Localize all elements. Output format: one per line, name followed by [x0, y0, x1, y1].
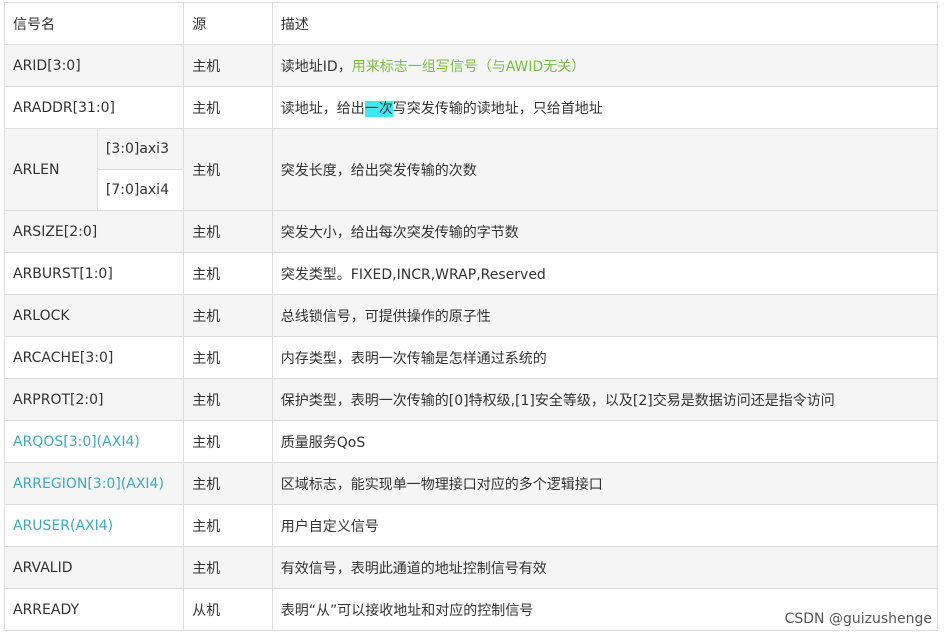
table-row: ARVALID 主机 有效信号，表明此通道的地址控制信号有效 — [3, 546, 939, 589]
signal-name: ARVALID — [3, 546, 185, 589]
signal-source: 主机 — [183, 252, 273, 295]
signal-source: 从机 — [183, 588, 273, 631]
signal-name: ARQOS[3:0](AXI4) — [3, 420, 185, 463]
signal-description: 读地址，给出一次写突发传输的读地址，只给首地址 — [271, 86, 939, 129]
signal-name: ARREGION[3:0](AXI4) — [3, 462, 185, 505]
signal-subtype: [7:0]axi4 — [96, 169, 185, 211]
signal-source: 主机 — [183, 128, 273, 211]
signal-source: 主机 — [183, 336, 273, 379]
signal-description: 用户自定义信号 — [271, 504, 939, 547]
signal-name: ARID[3:0] — [3, 44, 185, 87]
signal-source: 主机 — [183, 86, 273, 129]
signal-source: 主机 — [183, 546, 273, 589]
signal-table: 信号名 源 描述 ARID[3:0] 主机 读地址ID，用来标志一组写信号（与A… — [3, 2, 939, 631]
signal-description: 突发类型。FIXED,INCR,WRAP,Reserved — [271, 252, 939, 295]
signal-name: ARUSER(AXI4) — [3, 504, 185, 547]
signal-description: 区域标志，能实现单一物理接口对应的多个逻辑接口 — [271, 462, 939, 505]
table-row: ARREGION[3:0](AXI4) 主机 区域标志，能实现单一物理接口对应的… — [3, 462, 939, 505]
description-text: 写突发传输的读地址，只给首地址 — [392, 100, 603, 117]
signal-description: 保护类型，表明一次传输的[0]特权级,[1]安全等级，以及[2]交易是数据访问还… — [271, 378, 939, 421]
signal-description: 有效信号，表明此通道的地址控制信号有效 — [271, 546, 939, 589]
signal-source: 主机 — [183, 462, 273, 505]
table-row: ARBURST[1:0] 主机 突发类型。FIXED,INCR,WRAP,Res… — [3, 252, 939, 295]
signal-name: ARREADY — [3, 588, 185, 631]
signal-name: ARLEN — [4, 128, 98, 211]
signal-name: ARCACHE[3:0] — [3, 336, 185, 379]
table-row: ARPROT[2:0] 主机 保护类型，表明一次传输的[0]特权级,[1]安全等… — [3, 378, 939, 421]
signal-source: 主机 — [183, 210, 273, 253]
signal-name: ARADDR[31:0] — [3, 86, 185, 129]
watermark: CSDN @guizushenge — [784, 611, 932, 627]
signal-name: ARBURST[1:0] — [3, 252, 185, 295]
description-text: 读地址，给出 — [280, 100, 365, 117]
signal-description: 突发大小，给出每次突发传输的字节数 — [271, 210, 939, 253]
signal-source: 主机 — [183, 420, 273, 463]
table-row: ARADDR[31:0] 主机 读地址，给出一次写突发传输的读地址，只给首地址 — [3, 86, 939, 129]
header-signal-name: 信号名 — [3, 2, 185, 45]
signal-subtype: [3:0]axi3 — [96, 128, 185, 170]
signal-source: 主机 — [183, 378, 273, 421]
signal-source: 主机 — [183, 294, 273, 337]
table-row: ARQOS[3:0](AXI4) 主机 质量服务QoS — [3, 420, 939, 463]
description-note: 用来标志一组写信号（与AWID无关） — [351, 58, 586, 75]
description-text: 读地址ID， — [280, 58, 352, 75]
table-header: 信号名 源 描述 — [3, 2, 939, 45]
signal-source: 主机 — [183, 504, 273, 547]
header-source: 源 — [183, 2, 273, 45]
table-row: ARID[3:0] 主机 读地址ID，用来标志一组写信号（与AWID无关） — [3, 44, 939, 87]
signal-description: 突发长度，给出突发传输的次数 — [271, 128, 939, 211]
signal-description: 总线锁信号，可提供操作的原子性 — [271, 294, 939, 337]
table-row: ARCACHE[3:0] 主机 内存类型，表明一次传输是怎样通过系统的 — [3, 336, 939, 379]
table-row: ARLOCK 主机 总线锁信号，可提供操作的原子性 — [3, 294, 939, 337]
signal-description: 质量服务QoS — [271, 420, 939, 463]
highlighted-text: 一次 — [364, 100, 393, 117]
table-row: ARSIZE[2:0] 主机 突发大小，给出每次突发传输的字节数 — [3, 210, 939, 253]
signal-name: ARSIZE[2:0] — [3, 210, 185, 253]
signal-name: ARLOCK — [3, 294, 185, 337]
header-description: 描述 — [271, 2, 939, 45]
signal-source: 主机 — [183, 44, 273, 87]
signal-name: ARPROT[2:0] — [3, 378, 185, 421]
signal-description: 内存类型，表明一次传输是怎样通过系统的 — [271, 336, 939, 379]
table-row: ARUSER(AXI4) 主机 用户自定义信号 — [3, 504, 939, 547]
signal-description: 读地址ID，用来标志一组写信号（与AWID无关） — [271, 44, 939, 87]
table-row: ARLEN [3:0]axi3 主机 突发长度，给出突发传输的次数 — [4, 128, 939, 211]
